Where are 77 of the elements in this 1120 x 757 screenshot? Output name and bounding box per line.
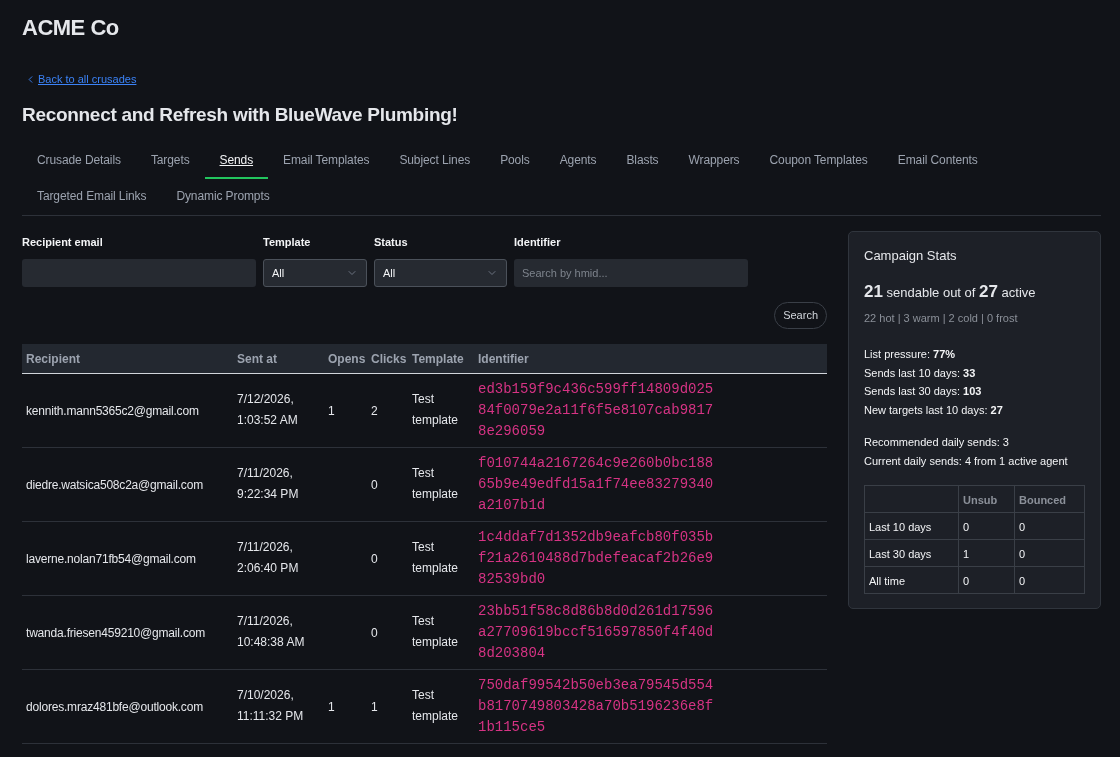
tab[interactable]: Blasts bbox=[611, 143, 674, 179]
sent-at-timestamp: 7/11/2026, 2:06:40 PM bbox=[237, 539, 300, 577]
table-cell: 0 bbox=[1019, 521, 1026, 533]
select-dropdown[interactable]: All bbox=[374, 259, 507, 287]
template-name: Test template bbox=[412, 687, 460, 725]
field-label: Identifier bbox=[514, 235, 561, 249]
page-title: Reconnect and Refresh with BlueWave Plumbing! bbox=[22, 103, 458, 127]
clicks-count: 0 bbox=[371, 478, 378, 492]
recipient-email: twanda.friesen459210@gmail.com bbox=[26, 626, 205, 640]
stat-line: Recommended daily sends: 3 bbox=[864, 435, 1009, 450]
tab[interactable]: Wrappers bbox=[673, 143, 755, 179]
column-header: Identifier bbox=[478, 352, 529, 367]
stat-line: Sends last 10 days: 33 bbox=[864, 365, 976, 381]
brand-title: ACME Co bbox=[22, 14, 119, 42]
table-cell: 0 bbox=[963, 575, 970, 587]
identifier-hash: ed3b159f9c436c599ff14809d02584f0079e2a11f6f5e8107cab98178e296059 bbox=[478, 379, 715, 441]
row-label: All time bbox=[869, 575, 906, 587]
select-dropdown[interactable]: All bbox=[263, 259, 367, 287]
back-link[interactable]: Back to all crusades bbox=[25, 72, 137, 86]
sent-at-timestamp: 7/11/2026, 9:22:34 PM bbox=[237, 465, 300, 503]
opens-count: 1 bbox=[328, 700, 335, 714]
tab[interactable]: Subject Lines bbox=[384, 143, 486, 179]
column-header: Recipient bbox=[26, 352, 80, 367]
tab[interactable]: Pools bbox=[485, 143, 545, 179]
column-header: Opens bbox=[328, 352, 366, 367]
field-label: Recipient email bbox=[22, 235, 103, 249]
tab[interactable]: Dynamic Prompts bbox=[161, 179, 285, 215]
tab[interactable]: Crusade Details bbox=[22, 143, 136, 179]
clicks-count: 0 bbox=[371, 626, 378, 640]
identifier-hash: f010744a2167264c9e260b0bc18865b9e49edfd15a1f74ee83279340a2107b1d bbox=[478, 453, 715, 515]
template-name: Test template bbox=[412, 539, 460, 577]
clicks-count: 0 bbox=[371, 552, 378, 566]
stat-line: Sends last 30 days: 103 bbox=[864, 384, 982, 399]
template-name: Test template bbox=[412, 391, 460, 429]
tab[interactable]: Coupon Templates bbox=[754, 143, 883, 179]
identifier-hash: 1c4ddaf7d1352db9eafcb80f035bf21a2610488d7bdefeacaf2b26e982539bd0 bbox=[478, 527, 715, 589]
tab[interactable]: Targeted Email Links bbox=[22, 179, 162, 215]
card-title: Campaign Stats bbox=[864, 247, 957, 265]
tab[interactable]: Agents bbox=[544, 143, 612, 179]
table-cell: 0 bbox=[1019, 575, 1026, 587]
field-label: Template bbox=[263, 235, 311, 249]
recipient-email: laverne.nolan71fb54@gmail.com bbox=[26, 552, 196, 566]
input-field[interactable]: Search by hmid... bbox=[514, 259, 748, 287]
recipient-email: dolores.mraz481bfe@outlook.com bbox=[26, 700, 203, 714]
sent-at-timestamp: 7/11/2026, 10:48:38 AM bbox=[237, 613, 306, 651]
sendable-summary: 21 sendable out of 27 active bbox=[864, 281, 1036, 303]
recipient-email: diedre.watsica508c2a@gmail.com bbox=[26, 478, 203, 492]
input-field[interactable] bbox=[22, 259, 256, 287]
template-name: Test template bbox=[412, 465, 460, 503]
identifier-hash: 23bb51f58c8d86b8d0d261d17596a27709619bccf516597850f4f40d8d203804 bbox=[478, 601, 715, 663]
clicks-count: 2 bbox=[371, 404, 378, 418]
tab[interactable]: Sends bbox=[204, 143, 269, 179]
table-cell: 0 bbox=[963, 521, 970, 533]
identifier-hash: 750daf99542b50eb3ea79545d554b8170749803428a70b5196236e8f1b115ce5 bbox=[478, 675, 715, 737]
row-label: Last 30 days bbox=[869, 548, 932, 560]
field-label: Status bbox=[374, 235, 408, 249]
tab[interactable]: Email Contents bbox=[882, 143, 993, 179]
stat-line: List pressure: 77% bbox=[864, 347, 956, 362]
sent-at-timestamp: 7/10/2026, 11:11:32 PM bbox=[237, 687, 305, 725]
table-cell: 0 bbox=[1019, 548, 1026, 560]
sent-at-timestamp: 7/12/2026, 1:03:52 AM bbox=[237, 391, 299, 429]
column-header: Template bbox=[412, 352, 464, 367]
clicks-count: 1 bbox=[371, 700, 378, 714]
opens-count: 1 bbox=[328, 404, 335, 418]
stat-line: Current daily sends: 4 from 1 active agent bbox=[864, 453, 1068, 469]
column-header: Bounced bbox=[1019, 494, 1067, 506]
tab[interactable]: Email Templates bbox=[268, 143, 385, 179]
recipient-email: kennith.mann5365c2@gmail.com bbox=[26, 404, 199, 418]
column-header: Sent at bbox=[237, 352, 277, 367]
row-label: Last 10 days bbox=[869, 521, 932, 533]
tab[interactable]: Targets bbox=[135, 143, 205, 179]
temperature-breakdown: 22 hot | 3 warm | 2 cold | 0 frost bbox=[864, 311, 1018, 325]
template-name: Test template bbox=[412, 613, 460, 651]
column-header: Unsub bbox=[963, 494, 998, 506]
stat-line: New targets last 10 days: 27 bbox=[864, 402, 1003, 418]
table-cell: 1 bbox=[963, 548, 970, 560]
column-header: Clicks bbox=[371, 352, 407, 367]
